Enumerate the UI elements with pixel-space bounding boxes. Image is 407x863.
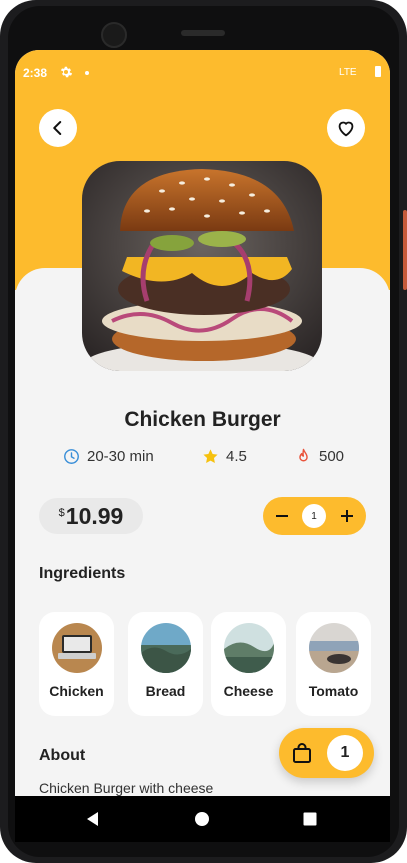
back-button[interactable] [39,109,77,147]
cart-count: 1 [327,735,363,771]
calories: 500 [295,448,344,465]
ingredient-card[interactable]: Tomato [296,612,371,716]
heart-outline-icon [338,121,354,137]
ingredient-card[interactable]: Bread [128,612,203,716]
burger-photo [82,161,322,371]
side-button [403,210,407,290]
increase-quantity-button[interactable] [330,497,364,535]
ingredient-label: Chicken [49,683,104,699]
calories-value: 500 [319,448,345,465]
square-recents-icon [303,812,317,826]
plus-icon [341,510,353,522]
rating-value: 4.5 [226,448,247,465]
earpiece-speaker [181,30,225,36]
cart-button[interactable]: 1 [279,728,374,778]
favorite-button[interactable] [327,109,365,147]
star-icon [203,449,218,464]
ingredient-card[interactable]: Cheese [211,612,286,716]
battery-icon [375,66,381,77]
prep-time: 20-30 min [63,448,154,465]
flame-icon [299,448,308,462]
shopping-bag-icon [293,743,311,763]
quantity-stepper: 1 [263,497,366,535]
nav-home-button[interactable] [192,809,212,829]
ingredient-image [52,623,102,673]
ingredient-label: Cheese [223,683,274,699]
nav-back-button[interactable] [83,809,103,829]
rating: 4.5 [202,448,247,465]
price-currency: $ [58,507,65,519]
back-arrow-icon [53,121,62,135]
quantity-value: 1 [302,504,326,528]
about-heading: About [39,747,86,764]
ingredients-heading: Ingredients [39,565,126,582]
status-bar: 2:38 LTE [15,50,390,80]
minus-icon [276,515,288,517]
product-title: Chicken Burger [124,408,281,431]
price-pill: $ 10.99 [39,498,143,534]
decrease-quantity-button[interactable] [265,497,299,535]
price-amount: 10.99 [65,502,124,529]
ingredient-image [224,623,274,673]
status-time: 2:38 [23,66,48,80]
triangle-back-icon [87,812,98,826]
app-screen: 2:38 LTE Chicken Burger 20-30 min 4.5 50… [15,50,390,836]
network-label: LTE [339,67,357,78]
ingredient-image [309,623,359,673]
ingredient-card[interactable]: Chicken [39,612,114,716]
phone-frame: 2:38 LTE Chicken Burger 20-30 min 4.5 50… [0,0,407,863]
ingredient-label: Tomato [308,683,359,699]
navigation-bar [15,796,390,842]
ingredient-label: Bread [145,683,186,699]
product-stats: 20-30 min 4.5 500 [15,448,390,470]
clock-icon [64,449,79,464]
ingredient-image [141,623,191,673]
about-text: Chicken Burger with cheese [39,780,214,796]
prep-time-value: 20-30 min [87,448,154,465]
settings-gear-icon [60,66,73,78]
circle-home-icon [195,812,209,826]
front-camera [101,22,127,48]
notification-dot-icon [85,71,89,75]
nav-recents-button[interactable] [300,809,320,829]
